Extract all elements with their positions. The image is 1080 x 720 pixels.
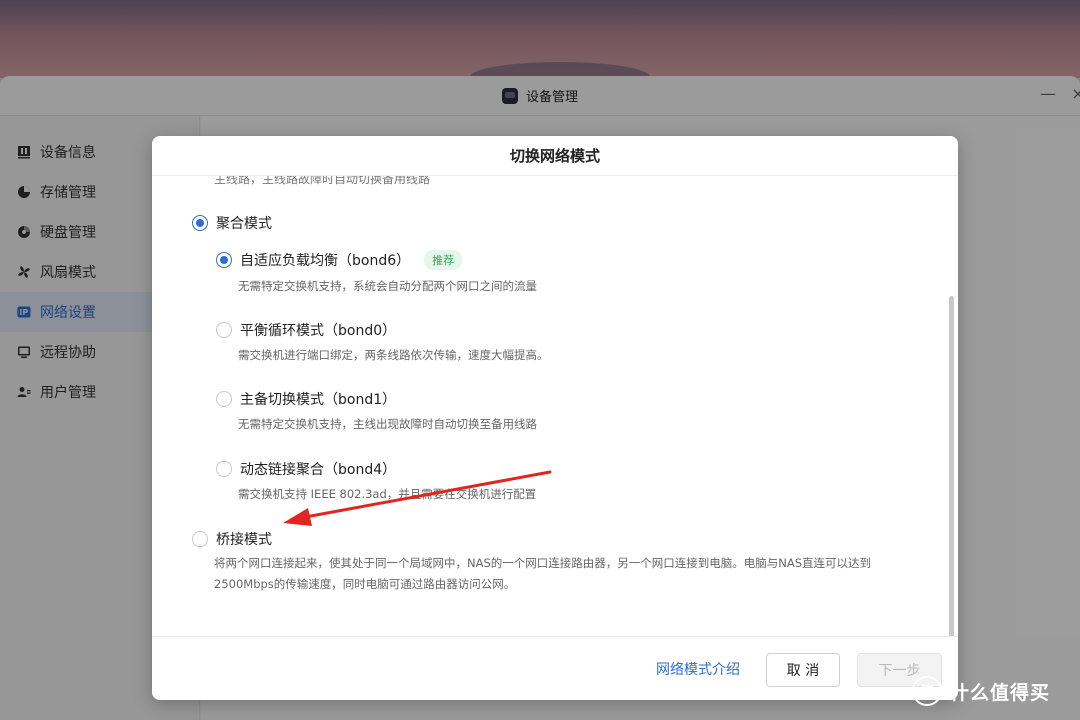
bond6-description: 无需特定交换机支持，系统会自动分配两个网口之间的流量 [238,279,537,293]
dialog-footer: 网络模式介绍 取 消 下一步 [152,636,958,700]
watermark: 值 什么值得买 [912,676,1050,706]
switch-network-mode-dialog: 切换网络模式 主线路，主线路故障时自动切换备用线路 聚合模式 自适应负载均衡（b… [152,136,958,700]
radio-unchecked-icon[interactable] [216,461,232,477]
bridge-mode-label: 桥接模式 [216,532,272,548]
bridge-description-line1: 将两个网口连接起来，使其处于同一个局域网中，NAS的一个网口连接路由器，另一个网… [214,556,872,570]
dialog-scrollbar[interactable] [949,296,954,636]
radio-checked-icon[interactable] [216,252,232,268]
radio-bond6[interactable]: 自适应负载均衡（bond6） 推荐 [216,250,463,270]
network-mode-intro-link[interactable]: 网络模式介绍 [656,659,740,679]
radio-bond1[interactable]: 主备切换模式（bond1） [216,389,396,409]
bridge-description-line2: 2500Mbps的传输速度，同时电脑可通过路由器访问公网。 [214,577,516,591]
bond4-description: 需交换机支持 IEEE 802.3ad，并且需要在交换机进行配置 [238,487,537,501]
dialog-title: 切换网络模式 [152,136,958,176]
radio-bond0[interactable]: 平衡循环模式（bond0） [216,320,396,340]
bond1-description: 无需特定交换机支持，主线出现故障时自动切换至备用线路 [238,417,537,431]
bond6-label: 自适应负载均衡（bond6） [240,253,411,269]
bond0-description: 需交换机进行端口绑定，两条线路依次传输，速度大幅提高。 [238,348,549,362]
radio-bridge-mode[interactable]: 桥接模式 [192,529,272,549]
radio-checked-icon[interactable] [192,215,208,231]
radio-bond4[interactable]: 动态链接聚合（bond4） [216,459,396,479]
bond0-label: 平衡循环模式（bond0） [240,323,397,339]
watermark-text: 什么值得买 [950,681,1051,704]
watermark-logo-icon: 值 [912,676,942,706]
radio-unchecked-icon[interactable] [216,391,232,407]
bond4-label: 动态链接聚合（bond4） [240,462,397,478]
dialog-body[interactable]: 主线路，主线路故障时自动切换备用线路 聚合模式 自适应负载均衡（bond6） 推… [152,176,958,636]
aggregate-mode-label: 聚合模式 [216,216,272,232]
radio-unchecked-icon[interactable] [216,322,232,338]
bond1-label: 主备切换模式（bond1） [240,392,397,408]
cancel-button[interactable]: 取 消 [766,653,840,687]
clipped-description: 主线路，主线路故障时自动切换备用线路 [214,176,431,186]
radio-unchecked-icon[interactable] [192,531,208,547]
radio-aggregate-mode[interactable]: 聚合模式 [192,213,272,233]
recommended-badge: 推荐 [424,250,463,270]
